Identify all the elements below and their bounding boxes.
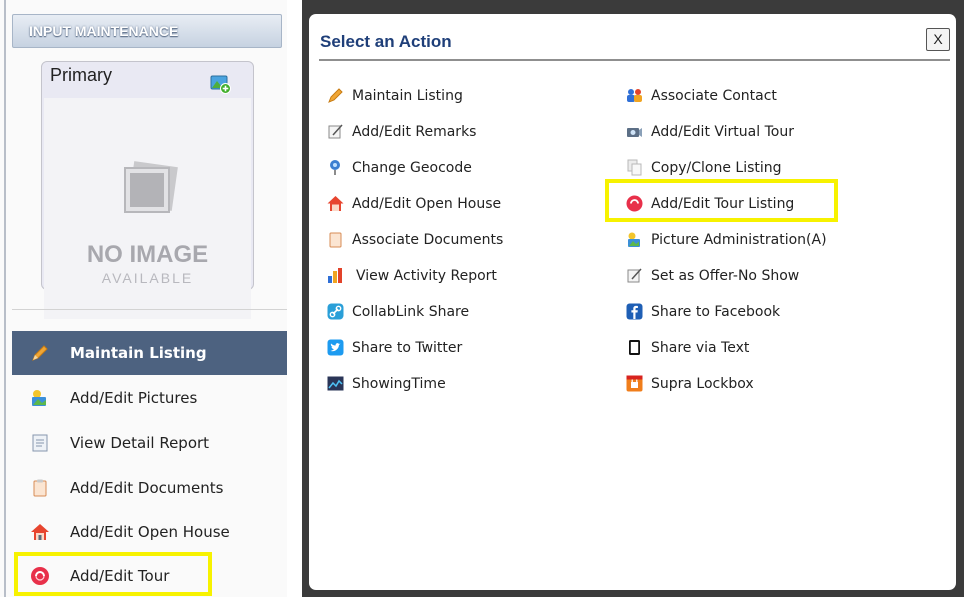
no-image-text: NO IMAGE [86,241,209,268]
sidebar-item-view-detail-report[interactable]: View Detail Report [12,421,287,465]
showingtime-icon [327,376,344,391]
action-label: CollabLink Share [352,304,470,320]
clipboard-icon [33,479,47,497]
clipboard-icon [329,232,342,248]
sidebar-item-label: Maintain Listing [70,344,207,362]
sidebar-item-add-edit-open-house[interactable]: Add/Edit Open House [12,510,287,554]
tour-icon [626,195,643,212]
sidebar-item-add-edit-tour[interactable]: Add/Edit Tour [12,554,287,597]
action-label: Share to Twitter [352,340,463,356]
sidebar-item-label: Add/Edit Pictures [70,389,198,407]
add-photo-icon[interactable] [210,74,232,94]
report-icon [32,434,48,452]
action-label: Set as Offer-No Show [651,268,800,284]
action-label: Supra Lockbox [651,376,754,392]
notepad-icon [627,268,642,283]
house-icon [31,524,49,540]
sidebar-item-label: Add/Edit Documents [70,479,224,497]
copy-icon [627,159,642,176]
notepad-icon [328,124,343,139]
close-button[interactable]: X [926,28,950,51]
no-image-subtext: AVAILABLE [101,270,194,286]
action-label: Change Geocode [352,160,472,176]
lockbox-icon [626,375,643,392]
sidebar-item-label: Add/Edit Tour [70,567,170,585]
action-label: Maintain Listing [352,88,463,104]
primary-photo-card: Primary NO IMAGE AVAILABLE [41,61,254,319]
input-maintenance-panel: INPUT MAINTENANCE Primary NO IMAGE AVAIL… [0,0,287,597]
link-icon [327,303,344,320]
picture-icon [32,390,46,406]
bar-chart-icon [328,268,342,283]
action-label: Share to Facebook [651,304,781,320]
panel-gap [287,0,302,597]
phone-icon [629,340,640,355]
action-label: ShowingTime [352,376,446,392]
action-label: Associate Documents [352,232,504,248]
sidebar-item-maintain-listing[interactable]: Maintain Listing [12,331,287,375]
panel-header: INPUT MAINTENANCE [12,14,282,48]
action-label: Copy/Clone Listing [651,160,782,176]
dialog-divider [319,59,950,61]
photo-stack-icon [124,161,178,213]
picture-icon [628,232,640,247]
sidebar-item-label: Add/Edit Open House [70,523,230,541]
action-label: Add/Edit Virtual Tour [651,124,794,140]
tour-icon [31,567,49,585]
menu-divider [12,309,287,310]
action-label: Add/Edit Open House [352,196,502,212]
dialog-title: Select an Action [320,32,452,51]
sidebar-item-add-edit-documents[interactable]: Add/Edit Documents [12,466,287,510]
action-label: Add/Edit Tour Listing [651,196,795,212]
photo-label: Primary [50,65,112,85]
pencil-icon [328,88,343,103]
sidebar-item-add-edit-pictures[interactable]: Add/Edit Pictures [12,376,287,420]
pencil-icon [32,345,48,361]
house-icon [327,196,344,211]
facebook-icon [626,303,643,320]
virtual-tour-icon [627,128,642,137]
contacts-icon [627,89,642,102]
select-action-dialog: Select an Action X Maintain Listing Add/… [309,14,956,590]
twitter-icon [327,339,344,356]
globe-pin-icon [330,160,340,175]
action-label: Associate Contact [651,88,777,104]
panel-border [4,0,6,597]
action-label: Share via Text [651,340,750,356]
action-label: View Activity Report [356,268,497,284]
sidebar-item-label: View Detail Report [70,434,210,452]
no-image-placeholder: NO IMAGE AVAILABLE [44,98,251,319]
action-label: Picture Administration(A) [651,232,827,248]
action-label: Add/Edit Remarks [352,124,477,140]
